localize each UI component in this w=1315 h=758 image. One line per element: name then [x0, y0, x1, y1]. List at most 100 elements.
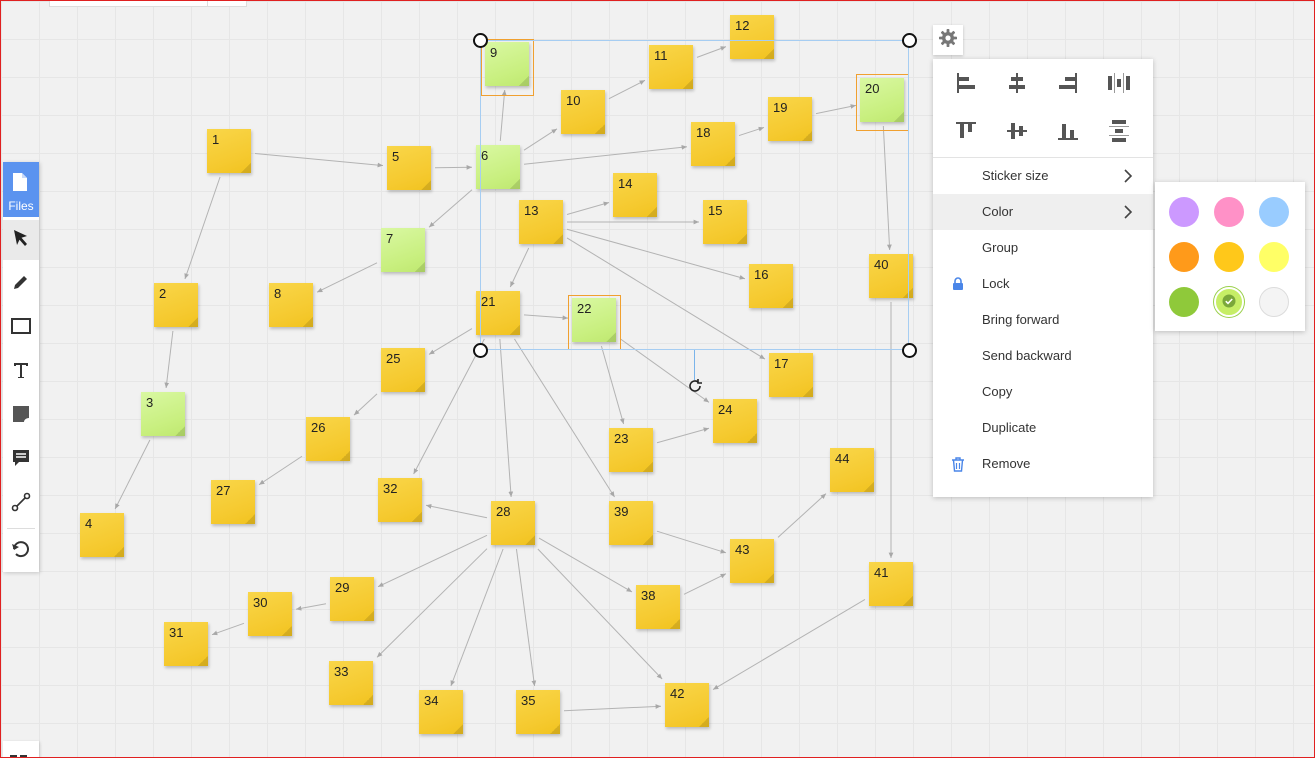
- align-bottom-button[interactable]: [1050, 115, 1086, 151]
- files-button[interactable]: Files: [3, 162, 39, 217]
- select-tool[interactable]: [3, 220, 39, 260]
- align-right-button[interactable]: [1050, 67, 1086, 103]
- comment-tool[interactable]: [3, 440, 39, 480]
- connector-line[interactable]: [428, 328, 473, 355]
- resize-handle-bottom-right[interactable]: [902, 343, 917, 358]
- pen-tool[interactable]: [3, 264, 39, 304]
- sticker-tool[interactable]: [3, 396, 39, 436]
- connector-line[interactable]: [376, 548, 488, 658]
- sticky-note[interactable]: 7: [381, 228, 425, 272]
- resize-handle-top-right[interactable]: [902, 33, 917, 48]
- rotate-handle-icon[interactable]: [687, 378, 703, 397]
- sticky-note[interactable]: 5: [387, 146, 431, 190]
- resize-handle-top-left[interactable]: [473, 33, 488, 48]
- connector-line[interactable]: [254, 152, 384, 168]
- sticky-note[interactable]: 8: [269, 283, 313, 327]
- align-center-horizontal-button[interactable]: [999, 67, 1035, 103]
- sticky-note[interactable]: 3: [141, 392, 185, 436]
- connector-line[interactable]: [316, 262, 378, 293]
- align-center-horizontal-icon: [1005, 71, 1029, 100]
- selection-box[interactable]: [480, 40, 909, 350]
- connector-line[interactable]: [377, 534, 488, 588]
- connector-line[interactable]: [164, 330, 174, 389]
- color-swatch-pink[interactable]: [1214, 197, 1244, 227]
- files-label: Files: [8, 199, 34, 213]
- color-swatch-light-green[interactable]: [1214, 287, 1244, 317]
- color-swatch-green[interactable]: [1169, 287, 1199, 317]
- color-swatch-orange[interactable]: [1169, 242, 1199, 272]
- connector-line[interactable]: [258, 455, 303, 486]
- align-left-button[interactable]: [948, 67, 984, 103]
- connector-line[interactable]: [295, 603, 327, 611]
- gear-icon: [938, 28, 958, 52]
- sticky-note[interactable]: 31: [164, 622, 208, 666]
- connector-line[interactable]: [656, 427, 710, 444]
- connector-line[interactable]: [353, 393, 378, 416]
- color-swatch-blue[interactable]: [1259, 197, 1289, 227]
- sticky-note[interactable]: 4: [80, 513, 124, 557]
- resize-handle-bottom-left[interactable]: [473, 343, 488, 358]
- connector-line[interactable]: [499, 338, 514, 498]
- sticky-note[interactable]: 26: [306, 417, 350, 461]
- sticky-note[interactable]: 23: [609, 428, 653, 472]
- align-top-button[interactable]: [948, 115, 984, 151]
- sticky-note[interactable]: 33: [329, 661, 373, 705]
- connector-line[interactable]: [114, 439, 151, 510]
- sticky-note[interactable]: 32: [378, 478, 422, 522]
- sticky-note[interactable]: 2: [154, 283, 198, 327]
- color-swatch-amber[interactable]: [1214, 242, 1244, 272]
- menu-item-sticker-size[interactable]: Sticker size: [933, 158, 1153, 194]
- sticky-note[interactable]: 1: [207, 129, 251, 173]
- connector-line[interactable]: [514, 338, 615, 498]
- connector-line[interactable]: [656, 530, 727, 554]
- connector-line[interactable]: [683, 573, 727, 595]
- shape-tool[interactable]: [3, 308, 39, 348]
- align-middle-vertical-button[interactable]: [999, 115, 1035, 151]
- connector-line[interactable]: [563, 704, 662, 712]
- connector-line[interactable]: [425, 504, 488, 519]
- connector-line[interactable]: [184, 176, 221, 280]
- canvas[interactable]: 1 2 3 4 5 6 7 8 9 10 11 12 13 14 15 16 17 18 19 20 21 22 23 24 2…: [0, 0, 1315, 758]
- menu-item-send-backward[interactable]: Send backward: [933, 338, 1153, 374]
- sticky-note[interactable]: 28: [491, 501, 535, 545]
- sticky-note[interactable]: 38: [636, 585, 680, 629]
- sticky-note[interactable]: 39: [609, 501, 653, 545]
- sticky-note[interactable]: 41: [869, 562, 913, 606]
- left-toolbar: Files: [3, 162, 39, 572]
- connector-line[interactable]: [515, 548, 537, 687]
- distribute-vertical-button[interactable]: [1101, 115, 1137, 151]
- text-tool[interactable]: [3, 352, 39, 392]
- settings-button[interactable]: [933, 25, 963, 55]
- menu-item-color[interactable]: Color: [933, 194, 1153, 230]
- menu-item-copy[interactable]: Copy: [933, 374, 1153, 410]
- color-swatch-yellow[interactable]: [1259, 242, 1289, 272]
- sticky-note[interactable]: 29: [330, 577, 374, 621]
- sticky-note[interactable]: 34: [419, 690, 463, 734]
- menu-item-group[interactable]: Group: [933, 230, 1153, 266]
- menu-item-bring-forward[interactable]: Bring forward: [933, 302, 1153, 338]
- sticky-note[interactable]: 43: [730, 539, 774, 583]
- color-swatch-purple[interactable]: [1169, 197, 1199, 227]
- connector-line[interactable]: [600, 345, 625, 425]
- sticky-note[interactable]: 30: [248, 592, 292, 636]
- sticky-note[interactable]: 35: [516, 690, 560, 734]
- sticky-note[interactable]: 44: [830, 448, 874, 492]
- sticky-note[interactable]: 24: [713, 399, 757, 443]
- distribute-horizontal-button[interactable]: [1101, 67, 1137, 103]
- menu-item-duplicate[interactable]: Duplicate: [933, 410, 1153, 446]
- connector-line[interactable]: [428, 189, 473, 228]
- sticky-note[interactable]: 42: [665, 683, 709, 727]
- menu-item-remove[interactable]: Remove: [933, 446, 1153, 482]
- menu-item-lock[interactable]: Lock: [933, 266, 1153, 302]
- color-swatch-white[interactable]: [1259, 287, 1289, 317]
- undo-button[interactable]: [3, 531, 39, 571]
- sticky-note[interactable]: 25: [381, 348, 425, 392]
- sticky-note[interactable]: 27: [211, 480, 255, 524]
- bottom-panel-toggle[interactable]: [3, 741, 39, 757]
- connector-line[interactable]: [777, 493, 827, 538]
- sticky-note[interactable]: 17: [769, 353, 813, 397]
- connector-line[interactable]: [211, 622, 245, 636]
- connector-line[interactable]: [450, 548, 504, 687]
- connector-line[interactable]: [712, 598, 866, 691]
- connector-tool[interactable]: [3, 484, 39, 524]
